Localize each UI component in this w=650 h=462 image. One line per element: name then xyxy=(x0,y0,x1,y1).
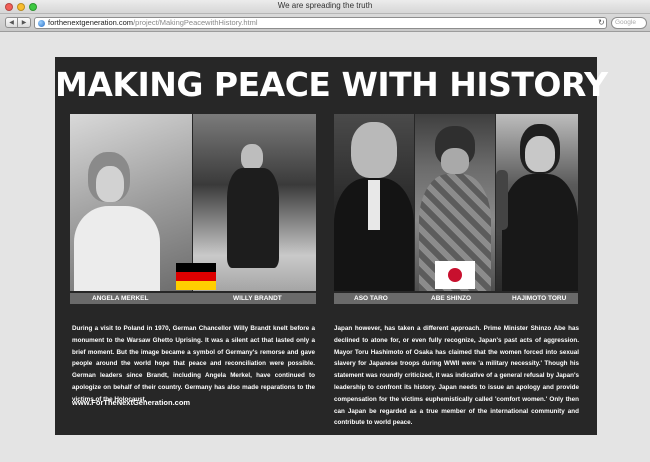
hajimoto-figure-face xyxy=(525,136,555,172)
germany-flag xyxy=(176,263,216,290)
flag-sun-disc xyxy=(448,268,462,282)
caption-angela-merkel: ANGELA MERKEL xyxy=(92,295,149,302)
caption-willy-brandt: WILLY BRANDT xyxy=(233,295,282,302)
search-input[interactable]: Google xyxy=(611,17,647,29)
flag-stripe-gold xyxy=(176,281,216,290)
url-domain: forthenextgeneration.com xyxy=(48,18,134,27)
hajimoto-figure-body xyxy=(502,174,578,291)
merkel-figure-face xyxy=(96,166,124,202)
photo-angela-merkel xyxy=(70,114,192,291)
photo-aso-taro xyxy=(334,114,414,291)
caption-bar-germany: ANGELA MERKEL WILLY BRANDT xyxy=(70,293,316,304)
abe-figure-face xyxy=(441,148,469,174)
address-bar[interactable]: forthenextgeneration.com/project/MakingP… xyxy=(34,17,607,29)
nav-buttons: ◀ ▶ xyxy=(5,17,31,28)
site-link[interactable]: www.ForTheNextGeneration.com xyxy=(72,398,190,407)
aso-figure-shirt xyxy=(368,180,380,230)
poster-title: MAKING PEACE WITH HISTORY xyxy=(55,65,608,104)
caption-abe-shinzo: ABE SHINZO xyxy=(431,295,472,302)
microphone-icon xyxy=(496,170,508,230)
reload-icon[interactable]: ↻ xyxy=(598,18,605,27)
aso-figure-head xyxy=(351,122,397,178)
merkel-figure-body xyxy=(74,206,160,291)
japan-flag xyxy=(435,261,475,289)
forward-arrow-icon: ▶ xyxy=(21,20,27,26)
caption-aso-taro: ASO TARO xyxy=(354,295,388,302)
flag-stripe-red xyxy=(176,272,216,281)
caption-hajimoto-toru: HAJIMOTO TORU xyxy=(512,295,567,302)
flag-stripe-black xyxy=(176,263,216,272)
photo-hajimoto-toru xyxy=(496,114,578,291)
globe-icon xyxy=(38,20,45,27)
brandt-figure-head xyxy=(241,144,263,170)
brandt-figure-body xyxy=(227,168,279,268)
japan-paragraph: Japan however, has taken a different app… xyxy=(334,325,579,427)
window-titlebar: We are spreading the truth xyxy=(0,0,650,14)
url-path: /project/MakingPeacewithHistory.html xyxy=(133,18,258,27)
forward-button[interactable]: ▶ xyxy=(18,17,31,28)
browser-toolbar: ◀ ▶ forthenextgeneration.com/project/Mak… xyxy=(0,14,650,32)
caption-bar-japan: ASO TARO ABE SHINZO HAJIMOTO TORU xyxy=(334,293,578,304)
back-button[interactable]: ◀ xyxy=(5,17,18,28)
back-arrow-icon: ◀ xyxy=(9,20,14,26)
poster: MAKING PEACE WITH HISTORY ANGELA MERKEL xyxy=(55,57,608,435)
window-title: We are spreading the truth xyxy=(277,1,373,10)
germany-paragraph: During a visit to Poland in 1970, German… xyxy=(72,325,315,403)
